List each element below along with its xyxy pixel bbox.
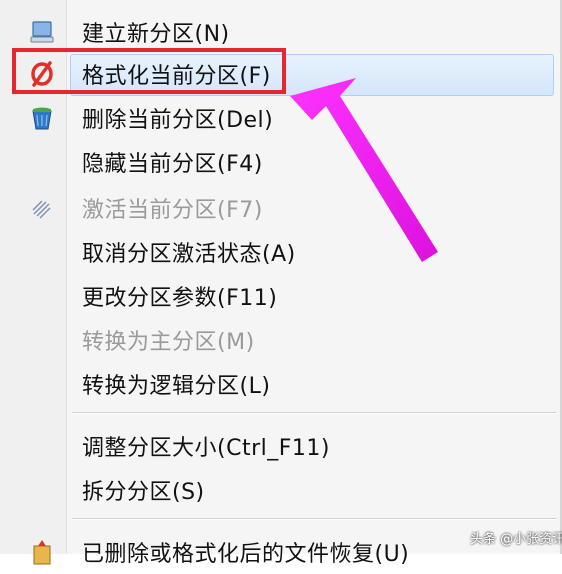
- annotation-arrow-icon: [290, 78, 438, 262]
- watermark-text: 头条 @小张资讯: [470, 532, 562, 547]
